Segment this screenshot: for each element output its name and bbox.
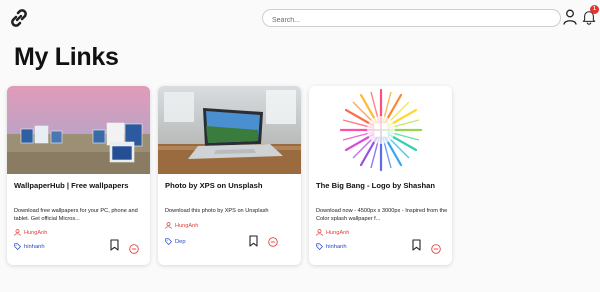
bookmark-icon[interactable] <box>412 239 421 251</box>
link-card[interactable]: The Big Bang - Logo by Shashan Download … <box>309 86 452 265</box>
link-card[interactable]: Photo by XPS on Unsplash Download this p… <box>158 86 301 265</box>
remove-circle-icon[interactable] <box>129 244 139 254</box>
bookmark-icon[interactable] <box>110 239 119 251</box>
tag-label: hinhanh <box>24 243 45 250</box>
card-author: HungAnh <box>316 229 349 236</box>
card-author: HungAnh <box>14 229 47 236</box>
card-description: Download free wallpapers for your PC, ph… <box>14 208 138 222</box>
remove-circle-icon[interactable] <box>268 237 278 247</box>
card-tag[interactable]: Dep <box>165 238 186 245</box>
tag-icon <box>165 238 172 245</box>
remove-circle-icon[interactable] <box>431 244 441 254</box>
card-title[interactable]: Photo by XPS on Unsplash <box>165 181 297 191</box>
bookmark-icon[interactable] <box>249 235 258 247</box>
tag-label: Dep <box>175 238 186 245</box>
card-thumbnail[interactable] <box>7 86 150 174</box>
user-small-icon <box>316 229 323 236</box>
author-name: HungAnh <box>326 229 350 236</box>
link-card[interactable]: WallpaperHub | Free wallpapers Download … <box>7 86 150 265</box>
author-name: HungAnh <box>175 222 199 229</box>
user-icon[interactable] <box>563 9 577 25</box>
card-author: HungAnh <box>165 222 198 229</box>
tag-label: hinhanh <box>326 243 347 250</box>
link-logo-icon[interactable] <box>7 6 31 30</box>
page-title: My Links <box>14 43 119 71</box>
user-small-icon <box>165 222 172 229</box>
card-tag[interactable]: hinhanh <box>14 243 45 250</box>
card-description: Download now - 4500px x 3000px - Inspire… <box>316 208 448 222</box>
search-input[interactable] <box>262 9 561 27</box>
author-name: HungAnh <box>24 229 48 236</box>
card-title[interactable]: WallpaperHub | Free wallpapers <box>14 181 146 191</box>
card-description: Download this photo by XPS on Unsplash <box>165 208 269 214</box>
card-thumbnail[interactable] <box>158 86 301 174</box>
card-title[interactable]: The Big Bang - Logo by Shashan <box>316 181 448 191</box>
tag-icon <box>316 243 323 250</box>
tag-icon <box>14 243 21 250</box>
top-bar: 1 <box>0 0 600 36</box>
notifications-button[interactable]: 1 <box>582 5 599 25</box>
card-tag[interactable]: hinhanh <box>316 243 347 250</box>
card-thumbnail[interactable] <box>309 86 452 174</box>
notification-badge: 1 <box>590 5 599 14</box>
user-small-icon <box>14 229 21 236</box>
